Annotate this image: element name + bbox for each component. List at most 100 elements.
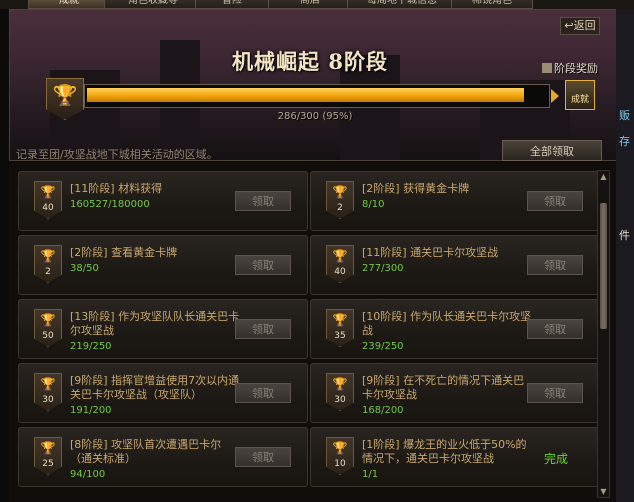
stage-description: 记录至团/攻坚战地下城相关活动的区域。 xyxy=(16,148,218,161)
cup-icon: 🏆 xyxy=(332,377,348,391)
trophy-icon: 🏆 35 xyxy=(326,309,354,347)
achievement-card: 🏆 2 [2阶段] 获得黄金卡牌 8/10 领取 xyxy=(310,171,600,231)
achievement-title: [10阶段] 作为队长通关巴卡尔攻坚战 xyxy=(362,310,532,337)
scroll-up-icon[interactable]: ▲ xyxy=(599,172,608,181)
achievement-card: 🏆 40 [11阶段] 材料获得 160527/180000 领取 xyxy=(18,171,308,231)
claim-button[interactable]: 领取 xyxy=(235,191,291,211)
achievement-progress: 239/250 xyxy=(362,341,404,352)
achievement-card: 🏆 2 [2阶段] 查看黄金卡牌 38/50 领取 xyxy=(18,235,308,295)
achievement-points: 35 xyxy=(334,331,346,341)
achievement-points: 2 xyxy=(45,267,51,277)
achievement-points: 40 xyxy=(42,203,54,213)
achievement-progress: 38/50 xyxy=(70,263,99,274)
tab-character-collection[interactable]: 角色收藏等 xyxy=(104,0,202,9)
achievement-points: 50 xyxy=(42,331,54,341)
trophy-icon: 🏆 30 xyxy=(326,373,354,411)
tab-weekly-dungeon[interactable]: 每周地下城信息 xyxy=(347,0,457,9)
cup-icon: 🏆 xyxy=(332,185,348,199)
achievement-title: [1阶段] 爆龙王的业火低于50%的情况下，通关巴卡尔攻坚战 xyxy=(362,438,527,465)
claim-button[interactable]: 领取 xyxy=(235,383,291,403)
claim-button[interactable]: 领取 xyxy=(527,255,583,275)
side-panel-edge: 贩 存 件 xyxy=(616,9,634,502)
claim-button[interactable]: 领取 xyxy=(235,319,291,339)
trophy-icon: 🏆 40 xyxy=(34,181,62,219)
cup-icon: 🏆 xyxy=(332,313,348,327)
achievement-card: 🏆 25 [8阶段] 攻坚队首次遭遇巴卡尔（通关标准） 94/100 领取 xyxy=(18,427,308,487)
trophy-icon: 🏆 25 xyxy=(34,437,62,475)
achievement-card: 🏆 30 [9阶段] 在不死亡的情况下通关巴卡尔攻坚战 168/200 领取 xyxy=(310,363,600,423)
progress-text: 286/300 (95%) xyxy=(277,111,353,122)
cup-icon: 🏆 xyxy=(40,313,56,327)
trophy-icon: 🏆 2 xyxy=(326,181,354,219)
achievement-points: 25 xyxy=(42,459,54,469)
achievement-points: 10 xyxy=(334,459,346,469)
achievement-progress: 94/100 xyxy=(70,469,106,480)
stage-title: 机械崛起 8阶段 xyxy=(232,49,388,74)
side-text: 件 xyxy=(619,229,630,242)
claim-button[interactable]: 领取 xyxy=(527,319,583,339)
achievement-title: [11阶段] 材料获得 xyxy=(70,182,163,195)
achievement-progress: 277/300 xyxy=(362,263,404,274)
achievement-progress: 219/250 xyxy=(70,341,112,352)
cup-icon: 🏆 xyxy=(332,441,348,455)
claim-button[interactable]: 领取 xyxy=(527,191,583,211)
claim-button[interactable]: 领取 xyxy=(235,447,291,467)
trophy-icon: 🏆 2 xyxy=(34,245,62,283)
progress-fill xyxy=(87,88,524,102)
achievement-progress: 160527/180000 xyxy=(70,199,150,210)
achievement-title: [9阶段] 指挥官增益使用7次以内通关巴卡尔攻坚战（攻坚队） xyxy=(70,374,240,401)
claim-button[interactable]: 领取 xyxy=(235,255,291,275)
achievement-progress: 191/200 xyxy=(70,405,112,416)
claim-button[interactable]: 领取 xyxy=(527,383,583,403)
top-tab-bar: 成就 角色收藏等 冒险 商店 每周地下城信息 稀镜角色 xyxy=(0,0,634,9)
achievement-title: [9阶段] 在不死亡的情况下通关巴卡尔攻坚战 xyxy=(362,374,525,401)
completed-label: 完成 xyxy=(544,452,569,466)
achievement-points: 30 xyxy=(42,395,54,405)
cup-icon: 🏆 xyxy=(332,249,348,263)
tab-adventure[interactable]: 冒险 xyxy=(195,0,269,9)
achievement-card: 🏆 35 [10阶段] 作为队长通关巴卡尔攻坚战 239/250 领取 xyxy=(310,299,600,359)
badge-label: 成就 xyxy=(570,95,589,105)
stage-progress-bar xyxy=(84,84,550,108)
side-text: 存 xyxy=(619,135,630,148)
achievement-card: 🏆 40 [11阶段] 通关巴卡尔攻坚战 277/300 领取 xyxy=(310,235,600,295)
trophy-icon: 🏆 30 xyxy=(34,373,62,411)
gift-icon xyxy=(542,63,552,73)
cup-icon: 🏆 xyxy=(40,185,56,199)
return-arrow-icon: ↩ xyxy=(564,19,574,32)
tab-shop[interactable]: 商店 xyxy=(268,0,352,9)
progress-arrow-icon xyxy=(551,89,559,103)
achievement-points: 2 xyxy=(337,203,343,213)
cup-icon: 🏆 xyxy=(40,441,56,455)
achievement-card: 🏆 50 [13阶段] 作为攻坚队队长通关巴卡尔攻坚战 219/250 领取 xyxy=(18,299,308,359)
stage-reward-link[interactable]: 阶段奖励 xyxy=(542,60,598,76)
claim-all-button[interactable]: 全部领取 xyxy=(502,140,602,161)
achievement-progress: 8/10 xyxy=(362,199,385,210)
achievement-badge-icon[interactable]: 成就 xyxy=(565,80,595,110)
trophy-icon: 🏆 40 xyxy=(326,245,354,283)
achievement-title: [2阶段] 获得黄金卡牌 xyxy=(362,182,470,195)
list-scrollbar[interactable]: ▲ ▼ xyxy=(597,170,610,498)
achievement-card: 🏆 30 [9阶段] 指挥官增益使用7次以内通关巴卡尔攻坚战（攻坚队） 191/200… xyxy=(18,363,308,423)
tab-rare-character[interactable]: 稀镜角色 xyxy=(451,0,533,9)
achievement-title: [11阶段] 通关巴卡尔攻坚战 xyxy=(362,246,499,259)
achievement-points: 30 xyxy=(334,395,346,405)
scroll-thumb[interactable] xyxy=(600,203,607,329)
back-label: 返回 xyxy=(573,19,596,32)
side-text: 贩 xyxy=(619,109,630,122)
achievement-title: [8阶段] 攻坚队首次遭遇巴卡尔（通关标准） xyxy=(70,438,222,465)
tab-achievement[interactable]: 成就 xyxy=(28,0,110,9)
achievement-title: [2阶段] 查看黄金卡牌 xyxy=(70,246,178,259)
cup-icon: 🏆 xyxy=(40,249,56,263)
achievement-progress: 168/200 xyxy=(362,405,404,416)
achievement-points: 40 xyxy=(334,267,346,277)
achievement-progress: 1/1 xyxy=(362,469,379,480)
trophy-icon: 🏆 10 xyxy=(326,437,354,475)
achievement-title: [13阶段] 作为攻坚队队长通关巴卡尔攻坚战 xyxy=(70,310,240,337)
scroll-down-icon[interactable]: ▼ xyxy=(599,487,608,496)
achievement-card: 🏆 10 [1阶段] 爆龙王的业火低于50%的情况下，通关巴卡尔攻坚战 1/1 完成 xyxy=(310,427,600,487)
cup-icon: 🏆 xyxy=(40,377,56,391)
reward-label: 阶段奖励 xyxy=(554,62,598,75)
back-button[interactable]: ↩返回 xyxy=(560,17,600,35)
trophy-icon: 🏆 50 xyxy=(34,309,62,347)
